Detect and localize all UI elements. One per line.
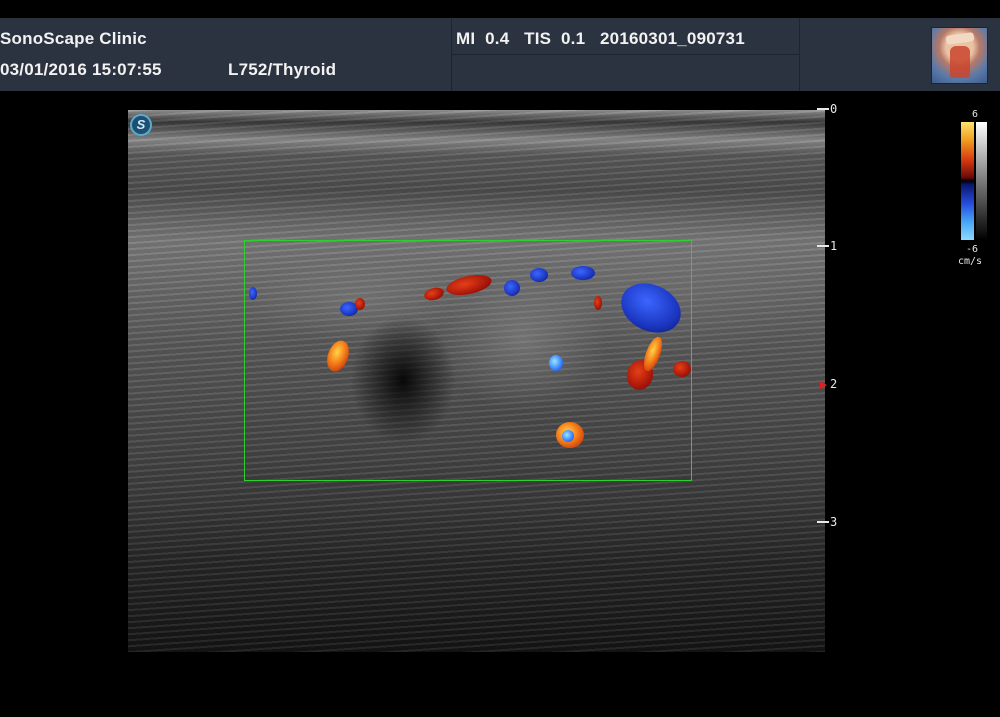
depth-tick bbox=[817, 108, 829, 110]
doppler-flow-red bbox=[355, 298, 365, 310]
doppler-flow-red bbox=[594, 296, 602, 310]
acoustic-output-info: MI 0.4 TIS 0.1 20160301_090731 bbox=[456, 29, 745, 48]
doppler-flow-red bbox=[673, 361, 691, 377]
clinic-name: SonoScape Clinic bbox=[0, 29, 147, 48]
doppler-flow-blue bbox=[530, 268, 548, 282]
probe-position-icon bbox=[945, 32, 975, 45]
depth-label: 2 bbox=[830, 377, 838, 391]
depth-label: 3 bbox=[830, 515, 838, 529]
body-mark-thumbnail bbox=[931, 27, 988, 84]
velocity-max-label: 6 bbox=[972, 109, 979, 120]
depth-tick bbox=[817, 245, 829, 247]
color-velocity-bar bbox=[961, 122, 974, 240]
depth-label: 0 bbox=[830, 102, 838, 116]
neck-icon bbox=[950, 46, 970, 78]
velocity-unit-label: cm/s bbox=[958, 256, 983, 267]
velocity-min-label: -6 bbox=[966, 244, 979, 255]
doppler-flow-blue bbox=[562, 430, 574, 442]
depth-tick bbox=[817, 521, 829, 523]
exam-datetime: 03/01/2016 15:07:55 bbox=[0, 60, 162, 79]
doppler-flow-blue bbox=[571, 266, 595, 280]
header-divider bbox=[451, 54, 800, 55]
focus-marker-icon[interactable] bbox=[820, 381, 827, 389]
probe-preset: L752/Thyroid bbox=[228, 60, 337, 79]
info-header: SonoScape Clinic 03/01/2016 15:07:55 L75… bbox=[0, 18, 1000, 91]
doppler-flow-blue bbox=[549, 355, 563, 371]
depth-label: 1 bbox=[830, 239, 838, 253]
grayscale-bar bbox=[976, 122, 987, 240]
doppler-flow-blue bbox=[504, 280, 520, 296]
sonoscape-logo-icon: S bbox=[130, 114, 152, 136]
doppler-flow-blue bbox=[249, 287, 257, 300]
